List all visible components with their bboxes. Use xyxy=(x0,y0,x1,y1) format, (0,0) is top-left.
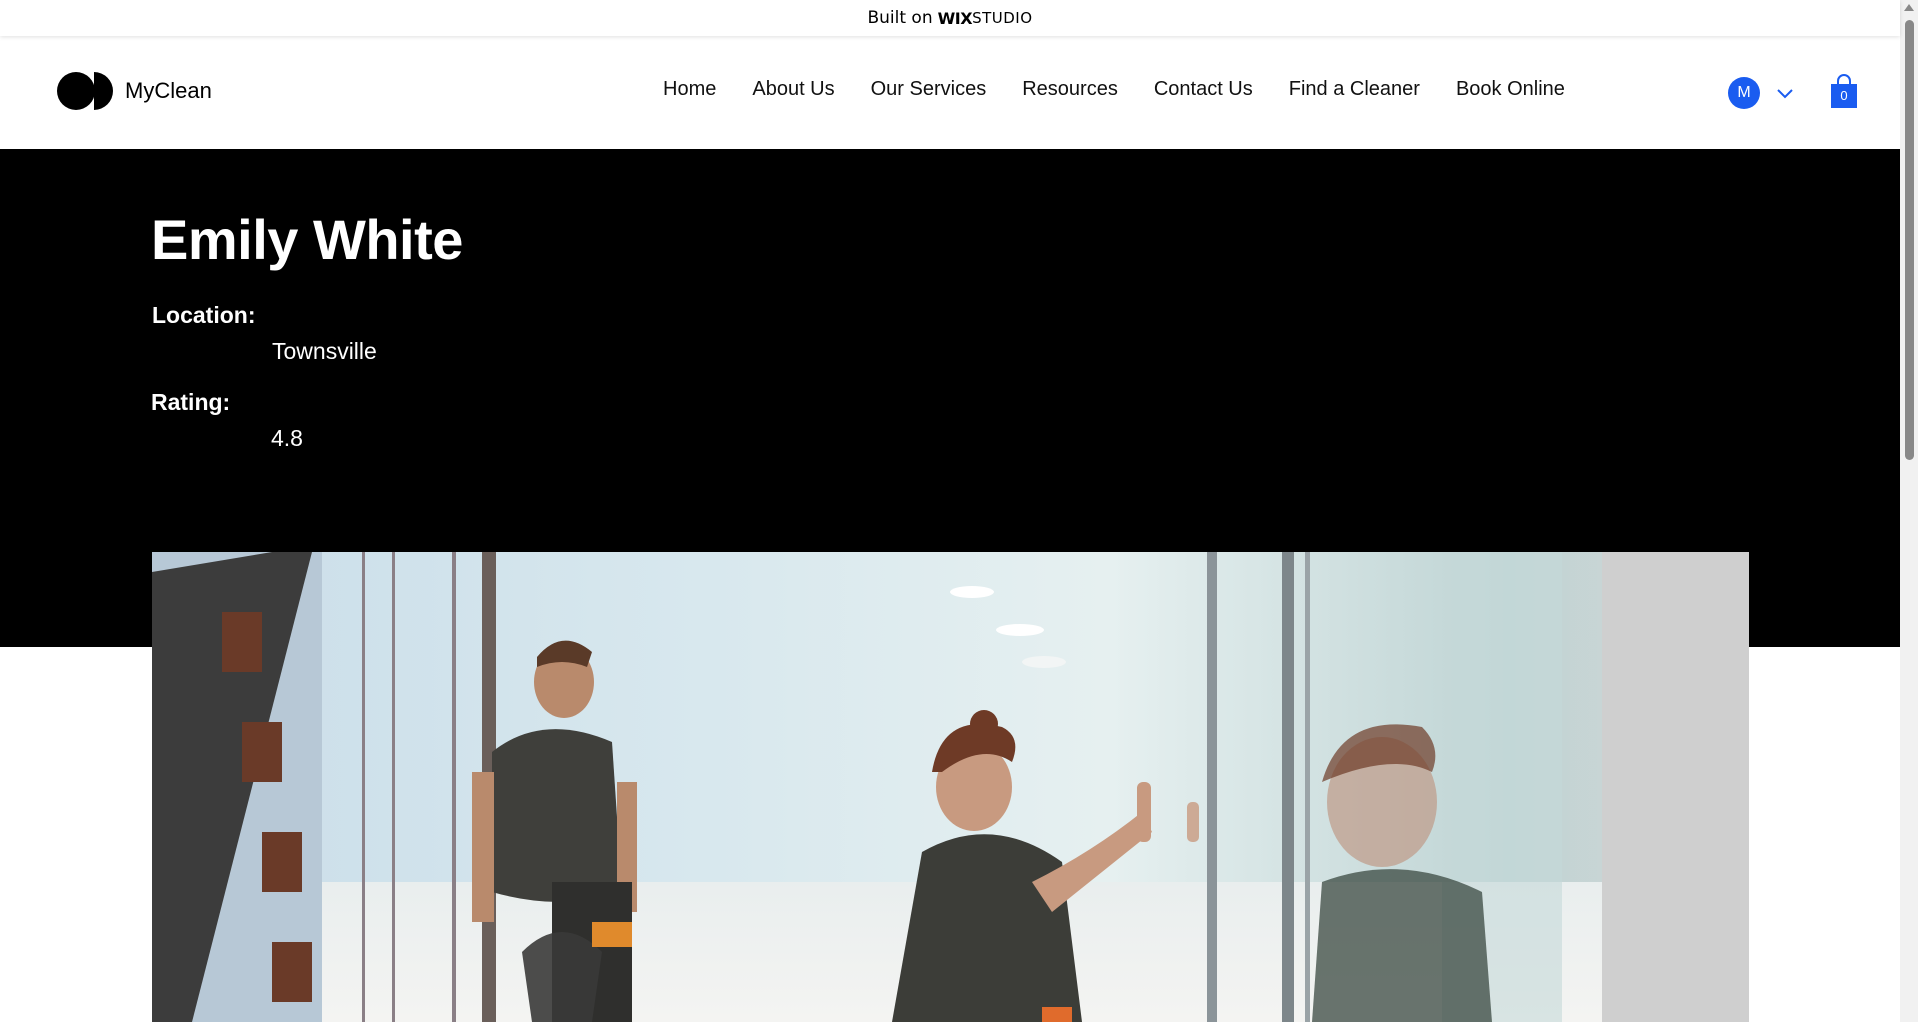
nav-contact-us[interactable]: Contact Us xyxy=(1154,78,1253,101)
nav-book-online[interactable]: Book Online xyxy=(1456,78,1565,101)
built-on-text: Built on xyxy=(867,8,933,28)
nav-home[interactable]: Home xyxy=(663,78,716,101)
user-menu[interactable]: M xyxy=(1728,77,1794,109)
cleaner-photo xyxy=(152,552,1749,1022)
wix-banner[interactable]: Built on WIX STUDIO xyxy=(0,0,1900,36)
studio-text: STUDIO xyxy=(972,9,1033,27)
logo-mark-icon xyxy=(57,72,113,110)
rating-label: Rating: xyxy=(151,389,231,415)
site-header: MyClean Home About Us Our Services Resou… xyxy=(0,36,1900,149)
location-label: Location: xyxy=(152,302,256,328)
cart-count: 0 xyxy=(1840,88,1848,103)
page-scrollbar[interactable] xyxy=(1900,0,1918,1022)
scroll-up-arrow-icon[interactable] xyxy=(1904,4,1914,11)
nav-about-us[interactable]: About Us xyxy=(752,78,834,101)
nav-resources[interactable]: Resources xyxy=(1022,78,1118,101)
nav-find-a-cleaner[interactable]: Find a Cleaner xyxy=(1289,78,1420,101)
rating-value: 4.8 xyxy=(271,425,303,451)
location-value: Townsville xyxy=(272,338,377,364)
cleaner-name: Emily White xyxy=(151,208,463,271)
chevron-down-icon[interactable] xyxy=(1776,87,1794,99)
logo-text: MyClean xyxy=(125,78,212,103)
avatar[interactable]: M xyxy=(1728,77,1760,109)
main-nav: Home About Us Our Services Resources Con… xyxy=(663,78,1565,101)
nav-our-services[interactable]: Our Services xyxy=(871,78,987,101)
site-logo[interactable]: MyClean xyxy=(57,72,212,110)
wix-logo: WIX xyxy=(937,8,973,28)
cart-button[interactable]: 0 xyxy=(1829,74,1859,108)
scroll-thumb[interactable] xyxy=(1905,20,1914,460)
